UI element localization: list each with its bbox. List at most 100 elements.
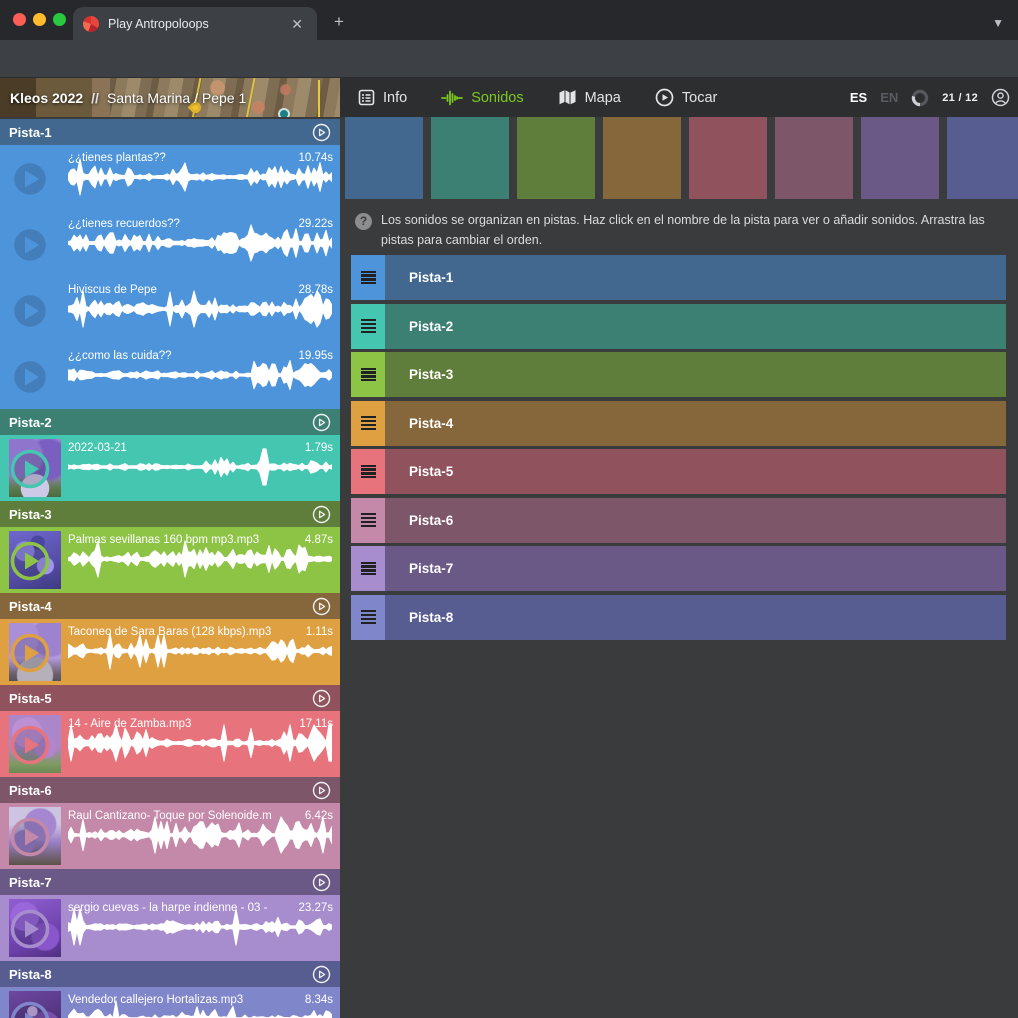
clip-play-button[interactable] (9, 356, 51, 398)
track-row-body[interactable]: Pista-8 (385, 595, 1006, 640)
track-play-button[interactable] (312, 413, 331, 432)
drag-handle-icon[interactable] (351, 352, 385, 397)
track-row[interactable]: Pista-7 (351, 546, 1006, 591)
site-favicon-icon (83, 16, 99, 32)
header-right-controls: ES EN 21 / 12 (850, 78, 1010, 117)
track-play-button[interactable] (312, 689, 331, 708)
track-row-label: Pista-1 (385, 270, 453, 285)
language-es[interactable]: ES (850, 90, 867, 105)
track-row-label: Pista-3 (385, 367, 453, 382)
clip-waveform (68, 354, 332, 396)
tab-search-chevron-icon[interactable]: ▼ (992, 16, 1004, 30)
track-header[interactable]: Pista-6 (0, 777, 340, 803)
clip-play-button[interactable] (9, 158, 51, 200)
track-header[interactable]: Pista-4 (0, 593, 340, 619)
nav-tab-sonidos[interactable]: Sonidos (441, 89, 523, 107)
track-play-button[interactable] (312, 965, 331, 984)
language-en[interactable]: EN (880, 90, 898, 105)
track-row[interactable]: Pista-8 (351, 595, 1006, 640)
track-play-button[interactable] (312, 781, 331, 800)
track-play-button[interactable] (312, 597, 331, 616)
nav-tab-mapa[interactable]: Mapa (558, 89, 621, 106)
track-color-swatch (861, 117, 939, 199)
drag-handle-icon[interactable] (351, 546, 385, 591)
play-icon (9, 540, 51, 582)
track-row[interactable]: Pista-1 (351, 255, 1006, 300)
clip-thumbnail (9, 281, 61, 339)
clip-item[interactable]: ¿¿tienes plantas??10.74s (0, 145, 340, 211)
clip-item[interactable]: Raul Cantizano- Toque por Solenoide.mp36… (0, 803, 340, 869)
play-icon (312, 689, 331, 708)
drag-handle-icon[interactable] (351, 498, 385, 543)
tab-close-icon[interactable]: ✕ (287, 15, 307, 33)
track-row-body[interactable]: Pista-4 (385, 401, 1006, 446)
window-close-button[interactable] (13, 13, 26, 26)
drag-handle-icon[interactable] (351, 449, 385, 494)
clip-play-button[interactable] (9, 290, 51, 332)
clip-play-button[interactable] (9, 908, 51, 950)
clip-play-button[interactable] (9, 724, 51, 766)
nav-tab-info[interactable]: Info (358, 89, 407, 106)
play-icon (9, 724, 51, 766)
track-header[interactable]: Pista-7 (0, 869, 340, 895)
nav-label: Mapa (585, 90, 621, 106)
track-play-button[interactable] (312, 873, 331, 892)
clip-play-button[interactable] (9, 448, 51, 490)
clip-play-button[interactable] (9, 224, 51, 266)
track-header[interactable]: Pista-1 (0, 119, 340, 145)
drag-handle-icon[interactable] (351, 401, 385, 446)
track-name: Pista-1 (9, 125, 312, 140)
breadcrumb-separator: // (91, 90, 99, 106)
clip-item[interactable]: 2022-03-211.79s (0, 435, 340, 501)
track-color-swatch (603, 117, 681, 199)
track-row[interactable]: Pista-5 (351, 449, 1006, 494)
track-row-body[interactable]: Pista-3 (385, 352, 1006, 397)
track-row[interactable]: Pista-4 (351, 401, 1006, 446)
track-color-swatch (345, 117, 423, 199)
window-minimize-button[interactable] (33, 13, 46, 26)
clip-thumbnail (9, 531, 61, 589)
clip-item[interactable]: Hiviscus de Pepe28.78s (0, 277, 340, 343)
window-zoom-button[interactable] (53, 13, 66, 26)
track-row-body[interactable]: Pista-5 (385, 449, 1006, 494)
track-header[interactable]: Pista-3 (0, 501, 340, 527)
track-header[interactable]: Pista-5 (0, 685, 340, 711)
clip-item[interactable]: ¿¿como las cuida??19.95s (0, 343, 340, 409)
track-play-button[interactable] (312, 505, 331, 524)
drag-handle-icon[interactable] (351, 304, 385, 349)
clip-waveform (68, 814, 332, 856)
drag-handle-icon[interactable] (351, 255, 385, 300)
play-icon (312, 781, 331, 800)
drag-handle-icon[interactable] (351, 595, 385, 640)
clip-item[interactable]: Vendedor callejero Hortalizas.mp38.34s (0, 987, 340, 1018)
track-row-body[interactable]: Pista-7 (385, 546, 1006, 591)
info-list-icon (358, 89, 375, 106)
breadcrumb-project[interactable]: Kleos 2022 (10, 90, 83, 106)
track-row-label: Pista-5 (385, 464, 453, 479)
clip-item[interactable]: ¿¿tienes recuerdos??29.22s (0, 211, 340, 277)
nav-label: Tocar (682, 90, 717, 106)
clip-item[interactable]: sergio cuevas - la harpe indienne - 03 -… (0, 895, 340, 961)
clip-play-button[interactable] (9, 1000, 51, 1018)
clip-thumbnail (9, 715, 61, 773)
clip-item[interactable]: Taconeo de Sara Baras (128 kbps).mp31.11… (0, 619, 340, 685)
browser-tab[interactable]: Play Antropoloops ✕ (73, 7, 317, 40)
track-header[interactable]: Pista-2 (0, 409, 340, 435)
track-row-body[interactable]: Pista-1 (385, 255, 1006, 300)
track-color-swatch (775, 117, 853, 199)
clip-play-button[interactable] (9, 632, 51, 674)
track-header[interactable]: Pista-8 (0, 961, 340, 987)
track-row-body[interactable]: Pista-2 (385, 304, 1006, 349)
track-row[interactable]: Pista-3 (351, 352, 1006, 397)
clip-item[interactable]: 14 - Aire de Zamba.mp317.11s (0, 711, 340, 777)
track-row[interactable]: Pista-2 (351, 304, 1006, 349)
track-play-button[interactable] (312, 123, 331, 142)
track-row-body[interactable]: Pista-6 (385, 498, 1006, 543)
nav-tab-tocar[interactable]: Tocar (655, 88, 717, 107)
clip-play-button[interactable] (9, 816, 51, 858)
track-row[interactable]: Pista-6 (351, 498, 1006, 543)
clip-item[interactable]: Palmas sevillanas 160 bpm mp3.mp34.87s (0, 527, 340, 593)
clip-play-button[interactable] (9, 540, 51, 582)
new-tab-button[interactable]: + (330, 13, 348, 31)
account-icon[interactable] (991, 88, 1010, 107)
